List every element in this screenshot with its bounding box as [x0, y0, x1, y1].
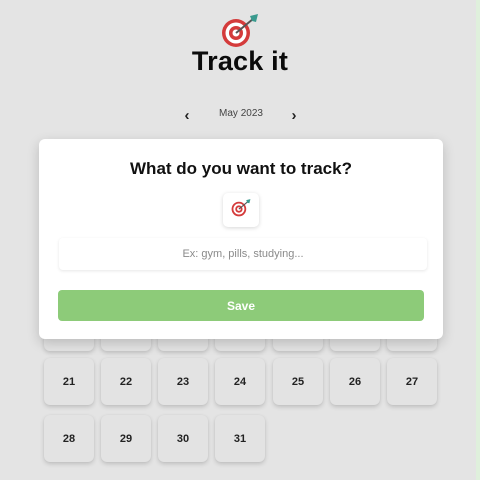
- track-input[interactable]: [59, 238, 427, 270]
- day-tile[interactable]: 24: [215, 358, 265, 405]
- dart-target-icon: [219, 12, 261, 50]
- month-label: May 2023: [219, 108, 263, 119]
- day-tile[interactable]: 27: [387, 358, 437, 405]
- day-tile[interactable]: 28: [44, 415, 94, 462]
- day-tile[interactable]: 29: [101, 415, 151, 462]
- modal-title: What do you want to track?: [130, 159, 352, 178]
- day-tile[interactable]: 26: [330, 358, 380, 405]
- day-tile[interactable]: 25: [273, 358, 323, 405]
- month-navigation: ‹ May 2023 ›: [0, 106, 480, 124]
- chevron-right-icon[interactable]: ›: [285, 106, 303, 124]
- app-title: Track it: [191, 46, 289, 76]
- day-tile[interactable]: 30: [158, 415, 208, 462]
- day-tile[interactable]: 22: [101, 358, 151, 405]
- chevron-left-icon[interactable]: ‹: [178, 106, 196, 124]
- day-tile[interactable]: 23: [158, 358, 208, 405]
- dart-target-icon: [230, 198, 252, 223]
- day-tile[interactable]: 21: [44, 358, 94, 405]
- save-button[interactable]: Save: [58, 290, 424, 321]
- day-tile[interactable]: 31: [215, 415, 265, 462]
- track-modal: What do you want to track? Save: [39, 139, 443, 339]
- emoji-picker-button[interactable]: [223, 193, 259, 227]
